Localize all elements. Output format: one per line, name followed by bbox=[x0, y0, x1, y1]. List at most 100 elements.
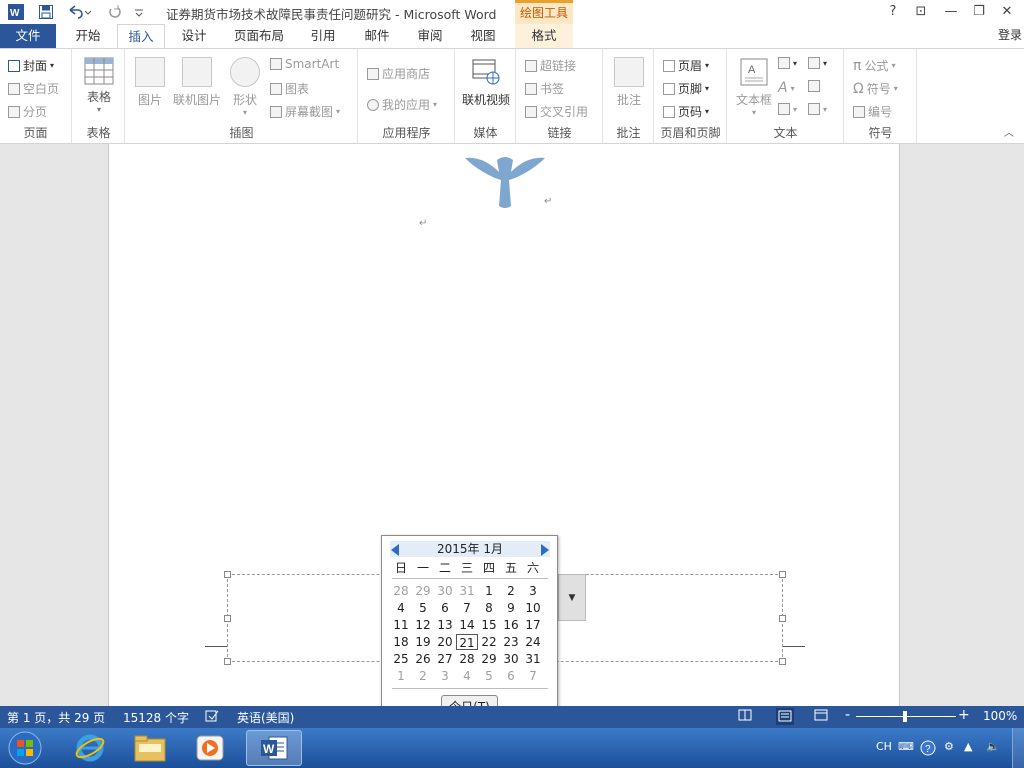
calendar-day[interactable]: 11 bbox=[390, 617, 412, 633]
tab-mailings[interactable]: 邮件 bbox=[354, 24, 400, 48]
calendar-day[interactable]: 28 bbox=[390, 583, 412, 599]
calendar-day[interactable]: 1 bbox=[390, 668, 412, 684]
language-status[interactable]: 英语(美国) bbox=[237, 709, 294, 726]
resize-handle[interactable] bbox=[224, 658, 231, 665]
taskbar-explorer[interactable] bbox=[122, 730, 178, 766]
minimize-button[interactable]: — bbox=[938, 2, 964, 22]
drop-cap-button[interactable]: ▾ bbox=[778, 103, 797, 115]
tab-page-layout[interactable]: 页面布局 bbox=[226, 24, 292, 48]
undo-icon[interactable] bbox=[64, 3, 94, 21]
show-desktop-button[interactable] bbox=[1012, 728, 1024, 768]
calendar-day[interactable]: 25 bbox=[390, 651, 412, 667]
calendar-day[interactable]: 5 bbox=[412, 600, 434, 616]
calendar-day[interactable]: 30 bbox=[500, 651, 522, 667]
calendar-day[interactable]: 29 bbox=[478, 651, 500, 667]
tab-review[interactable]: 审阅 bbox=[407, 24, 453, 48]
chart-button[interactable]: 图表 bbox=[270, 80, 309, 97]
date-time-button[interactable] bbox=[808, 80, 820, 92]
calendar-day[interactable]: 31 bbox=[522, 651, 544, 667]
number-button[interactable]: 编号 bbox=[853, 103, 892, 120]
proofing-icon[interactable] bbox=[205, 709, 219, 726]
shapes-button[interactable]: 形状 ▾ bbox=[228, 57, 262, 117]
calendar-day[interactable]: 7 bbox=[456, 600, 478, 616]
bookmark-button[interactable]: 书签 bbox=[525, 80, 564, 97]
word-app-icon[interactable]: W bbox=[6, 3, 26, 21]
tab-home[interactable]: 开始 bbox=[64, 24, 112, 48]
word-count[interactable]: 15128 个字 bbox=[123, 709, 189, 726]
zoom-out-button[interactable]: - bbox=[845, 707, 850, 723]
symbol-button[interactable]: Ω 符号 ▾ bbox=[853, 80, 898, 97]
signature-line-button[interactable]: ▾ bbox=[808, 57, 827, 69]
calendar-day[interactable]: 17 bbox=[522, 617, 544, 633]
calendar-day[interactable]: 7 bbox=[522, 668, 544, 684]
calendar-day[interactable]: 3 bbox=[434, 668, 456, 684]
app-store-button[interactable]: 应用商店 bbox=[367, 65, 430, 82]
print-layout-icon[interactable] bbox=[776, 708, 794, 725]
calendar-day[interactable]: 2 bbox=[500, 583, 522, 599]
tab-design[interactable]: 设计 bbox=[170, 24, 218, 48]
zoom-slider-thumb[interactable] bbox=[903, 711, 907, 722]
hyperlink-button[interactable]: 超链接 bbox=[525, 57, 576, 74]
header-button[interactable]: 页眉 ▾ bbox=[663, 57, 709, 74]
calendar-day[interactable]: 15 bbox=[478, 617, 500, 633]
zoom-in-button[interactable]: + bbox=[958, 707, 970, 723]
resize-handle[interactable] bbox=[779, 571, 786, 578]
my-apps-button[interactable]: 我的应用 ▾ bbox=[367, 96, 437, 113]
calendar-day[interactable]: 4 bbox=[456, 668, 478, 684]
calendar-day[interactable]: 29 bbox=[412, 583, 434, 599]
picture-button[interactable]: 图片 bbox=[134, 57, 166, 108]
calendar-day[interactable]: 2 bbox=[412, 668, 434, 684]
calendar-day[interactable]: 1 bbox=[478, 583, 500, 599]
calendar-day[interactable]: 6 bbox=[434, 600, 456, 616]
restore-button[interactable]: ❐ bbox=[966, 2, 992, 22]
zoom-level[interactable]: 100% bbox=[983, 709, 1017, 723]
calendar-day[interactable]: 28 bbox=[456, 651, 478, 667]
tab-format[interactable]: 格式 bbox=[515, 24, 573, 48]
collapse-ribbon-icon[interactable]: ︿ bbox=[1004, 124, 1014, 139]
text-box-button[interactable]: A 文本框 ▾ bbox=[732, 57, 776, 117]
ime-settings-icon[interactable]: ⚙ bbox=[944, 740, 954, 753]
calendar-day[interactable]: 3 bbox=[522, 583, 544, 599]
calendar-day[interactable]: 20 bbox=[434, 634, 456, 650]
smartart-button[interactable]: SmartArt bbox=[270, 57, 339, 71]
tab-references[interactable]: 引用 bbox=[300, 24, 346, 48]
date-dropdown-button[interactable]: ▼ bbox=[558, 574, 586, 621]
prev-month-icon[interactable] bbox=[391, 544, 399, 556]
calendar-day[interactable]: 19 bbox=[412, 634, 434, 650]
read-mode-icon[interactable] bbox=[738, 709, 752, 724]
taskbar-media-player[interactable] bbox=[182, 730, 238, 766]
cross-reference-button[interactable]: 交叉引用 bbox=[525, 103, 588, 120]
calendar-day[interactable]: 14 bbox=[456, 617, 478, 633]
calendar-day[interactable]: 30 bbox=[434, 583, 456, 599]
online-video-button[interactable]: 联机视频 bbox=[460, 57, 512, 108]
calendar-day[interactable]: 4 bbox=[390, 600, 412, 616]
calendar-day[interactable]: 6 bbox=[500, 668, 522, 684]
save-icon[interactable] bbox=[36, 3, 56, 21]
customize-quick-access-icon[interactable] bbox=[132, 3, 146, 21]
start-button[interactable] bbox=[0, 730, 50, 766]
calendar-day[interactable]: 18 bbox=[390, 634, 412, 650]
calendar-day[interactable]: 10 bbox=[522, 600, 544, 616]
calendar-day[interactable]: 22 bbox=[478, 634, 500, 650]
web-layout-icon[interactable] bbox=[814, 709, 828, 724]
calendar-day[interactable]: 21 bbox=[456, 634, 478, 650]
object-button[interactable]: ▾ bbox=[808, 103, 827, 115]
calendar-day[interactable]: 26 bbox=[412, 651, 434, 667]
cover-page-button[interactable]: 封面 ▾ bbox=[8, 57, 54, 74]
tab-view[interactable]: 视图 bbox=[460, 24, 506, 48]
taskbar-word[interactable]: W bbox=[246, 730, 302, 766]
online-picture-button[interactable]: 联机图片 bbox=[172, 57, 222, 108]
page-number-button[interactable]: 页码 ▾ bbox=[663, 103, 709, 120]
calendar-day[interactable]: 12 bbox=[412, 617, 434, 633]
ribbon-display-options-button[interactable]: ⊡ bbox=[908, 2, 934, 22]
resize-handle[interactable] bbox=[779, 658, 786, 665]
resize-handle[interactable] bbox=[224, 615, 231, 622]
quick-parts-button[interactable]: ▾ bbox=[778, 57, 797, 69]
calendar-day[interactable]: 27 bbox=[434, 651, 456, 667]
tab-file[interactable]: 文件 bbox=[0, 24, 56, 48]
show-hidden-icons-icon[interactable]: ▲ bbox=[964, 740, 972, 753]
new-comment-button[interactable]: 批注 bbox=[612, 57, 646, 108]
wordart-button[interactable]: A ▾ bbox=[778, 80, 795, 96]
calendar-day[interactable]: 23 bbox=[500, 634, 522, 650]
sign-in-link[interactable]: 登录 bbox=[998, 26, 1022, 43]
